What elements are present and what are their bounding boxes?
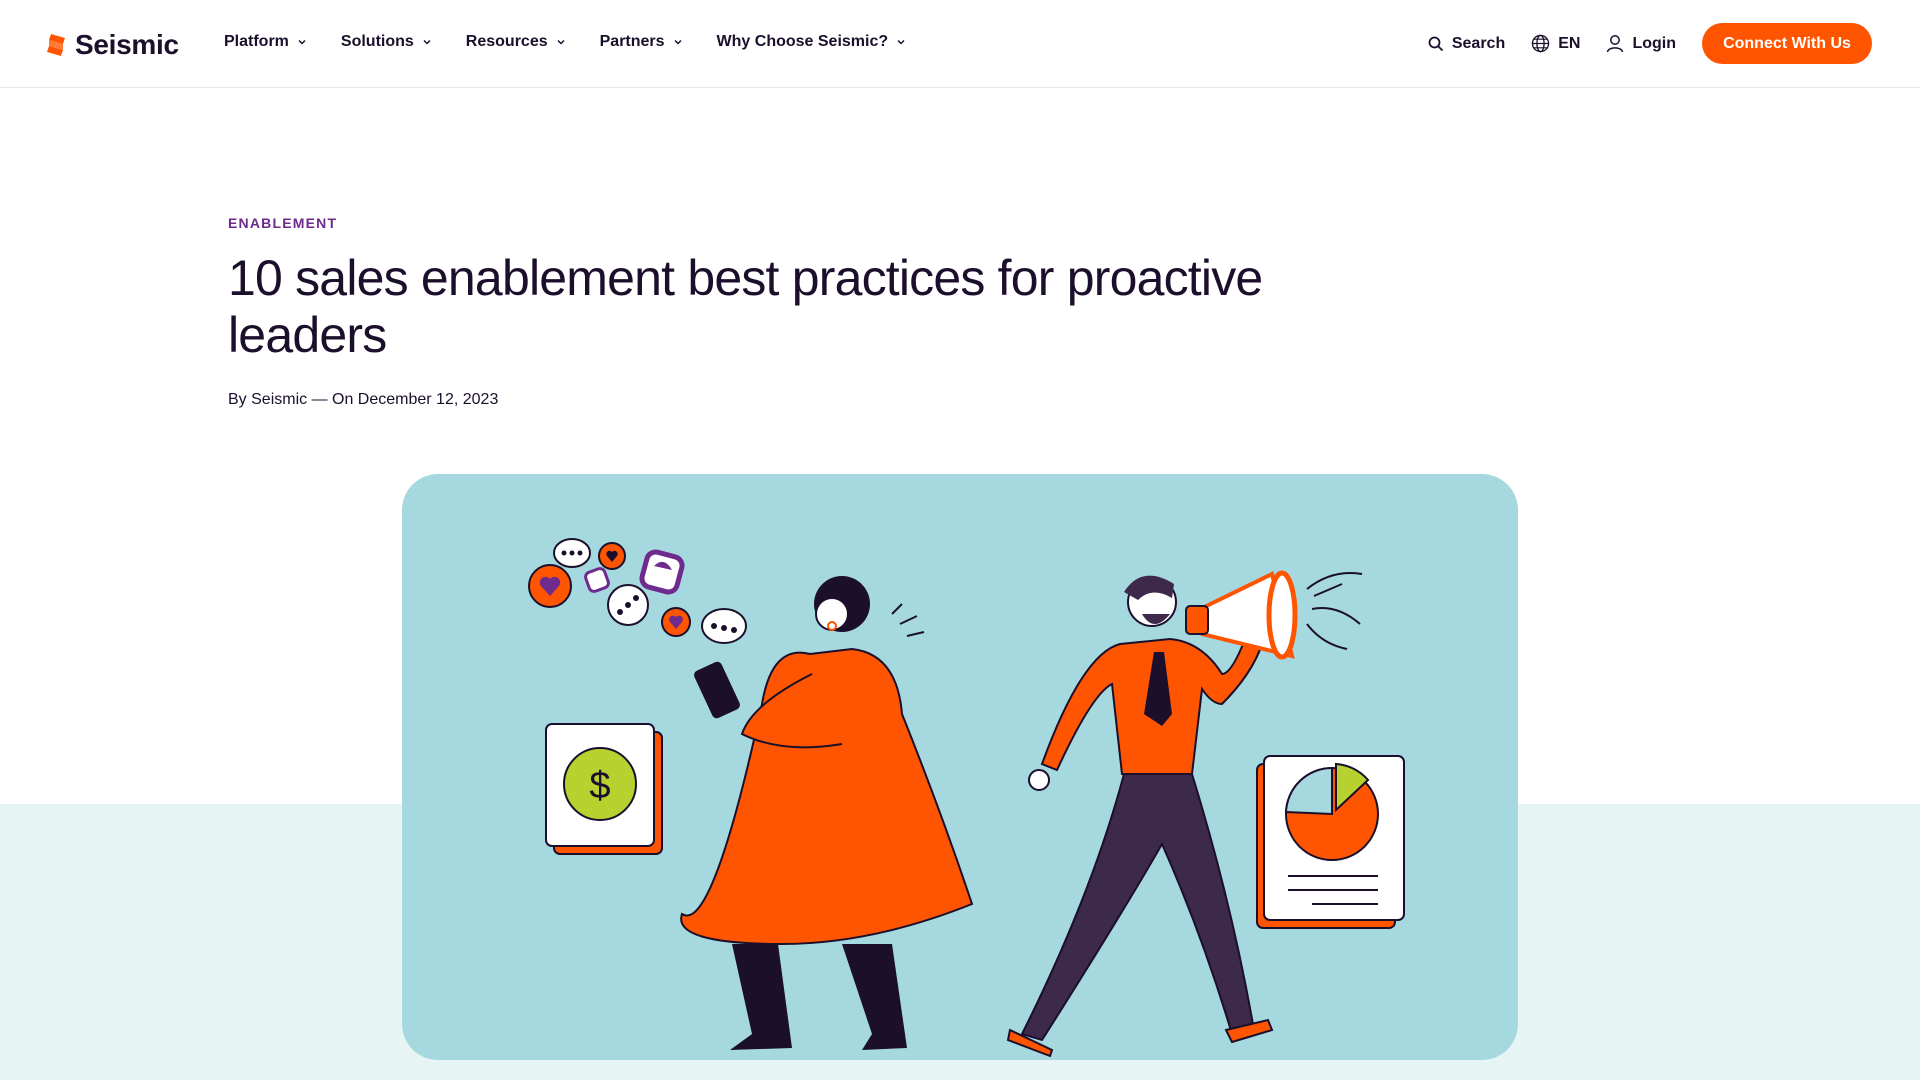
man-figure — [1006, 575, 1274, 1058]
heart-icon — [528, 564, 572, 608]
connect-with-us-button[interactable]: Connect With Us — [1702, 23, 1872, 64]
main-nav: Platform Solutions Resources Partners Wh… — [224, 33, 940, 51]
nav-item-solutions[interactable]: Solutions — [341, 33, 432, 51]
login-label: Login — [1632, 34, 1676, 52]
nav-item-label: Partners — [599, 33, 665, 50]
nav-item-platform[interactable]: Platform — [224, 33, 307, 51]
hero-illustration-art: $ — [528, 538, 1405, 1058]
heart-icon — [661, 607, 691, 637]
chevron-down-icon — [298, 39, 306, 45]
chat-bubble-icon — [607, 584, 649, 626]
seismic-logo[interactable]: Seismic — [47, 29, 179, 61]
nav-item-label: Platform — [224, 33, 289, 50]
nav-item-label: Resources — [465, 33, 548, 50]
search-label: Search — [1451, 34, 1506, 52]
globe-icon — [1531, 34, 1550, 53]
user-icon — [1607, 35, 1624, 53]
chat-bubble-icon — [701, 608, 747, 644]
article-title: 10 sales enablement best practices for p… — [228, 250, 1263, 363]
chat-bubble-icon — [553, 538, 591, 568]
search-icon — [1428, 36, 1443, 51]
nav-item-label: Solutions — [340, 33, 414, 50]
article-category[interactable]: ENABLEMENT — [228, 215, 337, 231]
woman-figure — [680, 576, 974, 1050]
logo-text: Seismic — [75, 29, 179, 60]
language-label: EN — [1558, 34, 1581, 52]
search-button[interactable]: Search — [1428, 35, 1505, 53]
chevron-down-icon — [423, 39, 431, 45]
megaphone-icon — [1185, 570, 1363, 660]
seismic-logo-mark-icon — [47, 34, 65, 56]
chevron-down-icon — [557, 39, 565, 45]
hero-illustration: $ — [402, 474, 1518, 1060]
language-selector[interactable]: EN — [1531, 34, 1580, 53]
login-button[interactable]: Login — [1606, 34, 1676, 53]
heart-icon — [598, 542, 626, 570]
chevron-down-icon — [674, 39, 682, 45]
pie-chart-icon — [1256, 755, 1405, 929]
nav-item-label: Why Choose Seismic? — [716, 33, 889, 50]
nav-item-resources[interactable]: Resources — [466, 33, 566, 51]
site-header: Seismic Platform Solutions Resources Par… — [0, 0, 1920, 88]
nav-item-why-choose-seismic[interactable]: Why Choose Seismic? — [717, 33, 907, 51]
header-utilities: Search EN Login Connect With Us — [1428, 23, 1872, 64]
dollar-icon: $ — [545, 723, 663, 855]
svg-text:$: $ — [589, 765, 610, 807]
chevron-down-icon — [897, 39, 905, 45]
article-byline: By Seismic — On December 12, 2023 — [228, 391, 499, 408]
nav-item-partners[interactable]: Partners — [600, 33, 683, 51]
